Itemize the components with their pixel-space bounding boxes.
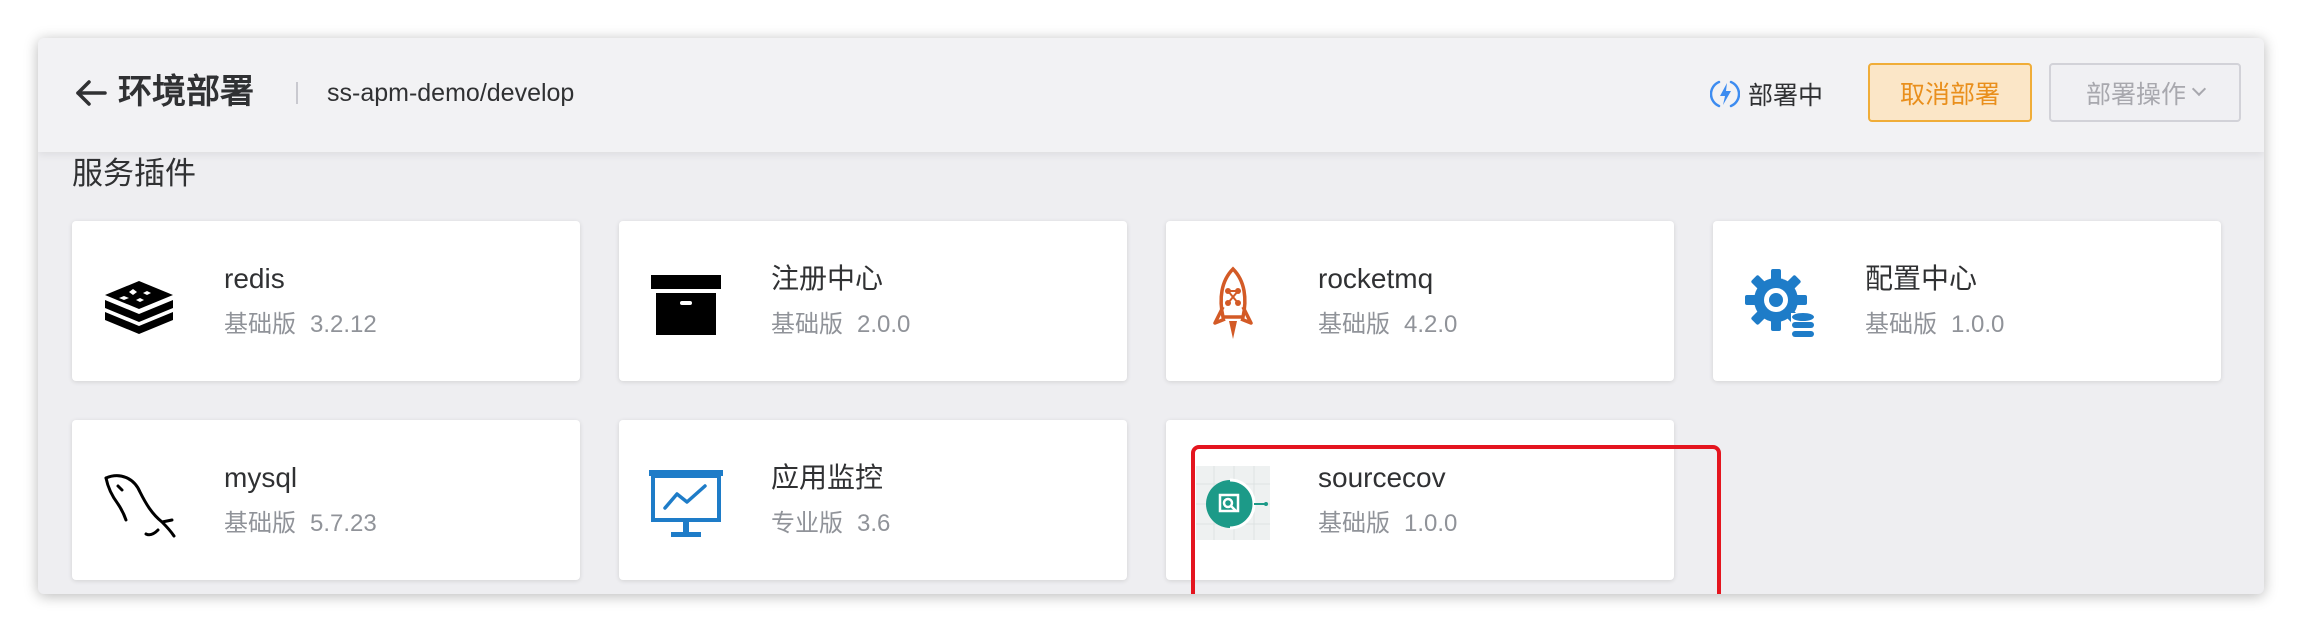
plugin-card-config-center[interactable]: 配置中心 基础版 1.0.0: [1713, 221, 2221, 381]
deploy-operations-label: 部署操作: [2085, 80, 2186, 109]
deploy-status: 部署中: [1710, 74, 1823, 114]
dolphin-icon: [100, 464, 178, 542]
plugin-card-mysql[interactable]: mysql 基础版 5.7.23: [72, 420, 580, 580]
plugin-version-info: 基础版 3.2.12: [224, 309, 377, 341]
plugin-version-info: 基础版 4.2.0: [1318, 309, 1457, 341]
plugin-name: 注册中心: [771, 263, 884, 294]
plugin-name: 应用监控: [771, 462, 884, 493]
plugin-name: 配置中心: [1865, 263, 1978, 294]
plugin-card-rocketmq[interactable]: rocketmq 基础版 4.2.0: [1166, 221, 1674, 381]
section-title: 服务插件: [72, 156, 196, 191]
plugin-version: 5.7.23: [310, 510, 377, 537]
monitor-chart-icon: [647, 464, 725, 542]
arrow-left-icon[interactable]: [74, 76, 108, 110]
title-divider: [296, 82, 298, 104]
plugin-name: sourcecov: [1318, 462, 1446, 493]
plugin-edition: 基础版: [224, 311, 296, 338]
plugin-version: 1.0.0: [1404, 510, 1458, 537]
cancel-deploy-label: 取消部署: [1899, 80, 2000, 109]
page-header: 环境部署 ss-apm-demo/develop 部署中 取消部署 部署操作: [38, 38, 2264, 152]
deploy-window: 环境部署 ss-apm-demo/develop 部署中 取消部署 部署操作 服…: [38, 38, 2264, 594]
plugin-version-info: 基础版 1.0.0: [1318, 508, 1457, 540]
redis-icon: [100, 265, 178, 343]
breadcrumb: ss-apm-demo/develop: [327, 79, 575, 107]
rocket-icon: [1194, 265, 1272, 343]
lightning-loading-icon: [1710, 80, 1740, 108]
plugin-version: 3.6: [857, 510, 891, 537]
plugin-card-app-monitor[interactable]: 应用监控 专业版 3.6: [619, 420, 1127, 580]
plugin-version: 4.2.0: [1404, 311, 1458, 338]
plugin-card-registry[interactable]: 注册中心 基础版 2.0.0: [619, 221, 1127, 381]
plugin-edition: 基础版: [1318, 510, 1390, 537]
archive-box-icon: [647, 265, 725, 343]
plugin-card-redis[interactable]: redis 基础版 3.2.12: [72, 221, 580, 381]
plugin-version-info: 基础版 5.7.23: [224, 508, 377, 540]
plugin-edition: 专业版: [771, 510, 843, 537]
code-scan-icon: [1194, 464, 1272, 542]
gear-database-icon: [1741, 265, 1819, 343]
plugin-version-info: 基础版 1.0.0: [1865, 309, 2004, 341]
plugin-edition: 基础版: [224, 510, 296, 537]
cancel-deploy-button[interactable]: 取消部署: [1868, 63, 2032, 122]
status-text: 部署中: [1748, 82, 1824, 110]
plugin-version: 3.2.12: [310, 311, 377, 338]
chevron-down-icon: [2191, 81, 2207, 96]
plugin-edition: 基础版: [1318, 311, 1390, 338]
plugin-version: 1.0.0: [1951, 311, 2005, 338]
plugin-name: mysql: [224, 462, 298, 493]
plugin-card-sourcecov[interactable]: sourcecov 基础版 1.0.0: [1166, 420, 1674, 580]
plugin-edition: 基础版: [771, 311, 843, 338]
plugin-version-info: 专业版 3.6: [771, 508, 890, 540]
page-title: 环境部署: [118, 73, 254, 111]
plugin-version: 2.0.0: [857, 311, 911, 338]
plugin-version-info: 基础版 2.0.0: [771, 309, 910, 341]
plugin-edition: 基础版: [1865, 311, 1937, 338]
plugin-name: rocketmq: [1318, 263, 1434, 294]
deploy-operations-dropdown[interactable]: 部署操作: [2049, 63, 2241, 122]
plugin-name: redis: [224, 263, 285, 294]
